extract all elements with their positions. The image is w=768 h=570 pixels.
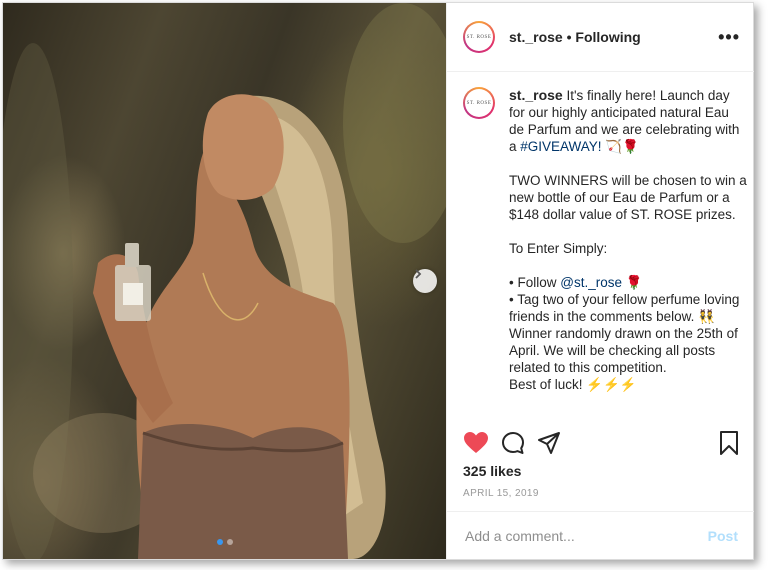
bullet-emoji: 🌹 [621,275,643,290]
avatar-logo: ST. ROSE [465,23,493,51]
avatar-logo: ST. ROSE [465,89,493,117]
carousel-dot [227,539,233,545]
follow-status-button[interactable]: Following [575,29,640,45]
avatar[interactable]: ST. ROSE [463,87,495,119]
instagram-post: ST. ROSE st._rose • Following ••• ST. RO… [2,2,754,560]
action-bar [463,431,743,457]
more-icon[interactable]: ••• [718,27,740,48]
post-comment-button[interactable]: Post [708,528,738,544]
caption-username-link[interactable]: st._rose [509,87,563,103]
likes-count[interactable]: 325 likes [463,463,521,479]
bullet-tag: • Tag two of your fellow perfume loving … [509,292,740,324]
caption-text: st._rose It's finally here! Launch day f… [509,87,747,393]
bullet-text: • Follow [509,275,561,290]
comment-input[interactable] [463,527,708,545]
photo-illustration [3,3,446,559]
carousel-indicator [217,539,233,545]
comment-bar: Post [447,511,754,560]
mention-link[interactable]: @st._rose [560,275,622,290]
caption-emoji: 🏹🌹 [601,139,639,154]
caption: ST. ROSE st._rose It's finally here! Lau… [463,87,747,393]
bullet-follow: • Follow @st._rose 🌹 [509,274,747,291]
avatar[interactable]: ST. ROSE [463,21,495,53]
caption-paragraph: TWO WINNERS will be chosen to win a new … [509,173,747,222]
post-sidebar: ST. ROSE st._rose • Following ••• ST. RO… [446,3,754,559]
comment-icon[interactable] [501,431,525,460]
heart-filled-icon[interactable] [463,431,489,460]
separator: • [562,29,576,45]
header-meta: st._rose • Following [509,29,641,45]
bookmark-icon[interactable] [719,431,739,460]
caption-paragraph: st._rose It's finally here! Launch day f… [509,87,747,155]
giveaway-hashtag-link[interactable]: #GIVEAWAY! [520,139,601,154]
post-date: APRIL 15, 2019 [463,488,539,499]
closing-text: Best of luck! ⚡⚡⚡ [509,377,637,392]
carousel-dot [217,539,223,545]
username-link[interactable]: st._rose [509,29,563,45]
caption-paragraph: • Follow @st._rose 🌹 • Tag two of your f… [509,274,747,393]
caption-paragraph: To Enter Simply: [509,241,608,256]
post-header: ST. ROSE st._rose • Following ••• [447,3,754,72]
post-photo[interactable] [3,3,446,559]
winner-text: Winner randomly drawn on the 25th of Apr… [509,326,738,375]
next-slide-button[interactable] [413,269,437,293]
share-icon[interactable] [537,431,561,460]
